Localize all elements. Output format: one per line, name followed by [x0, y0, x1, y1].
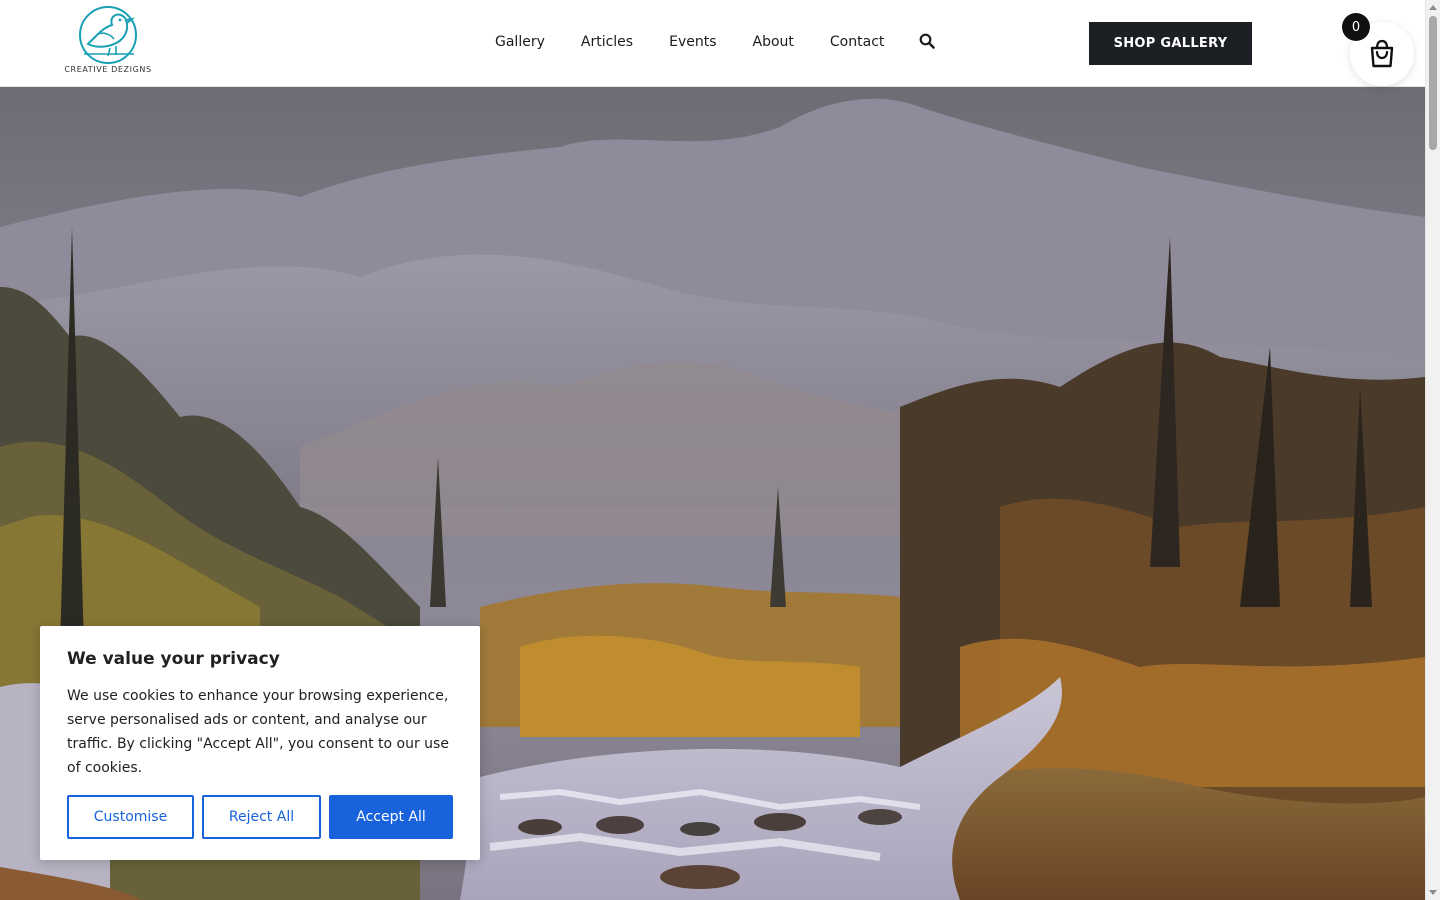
logo-text: CREATIVE DEZIGNS — [64, 65, 152, 74]
scrollbar-thumb[interactable] — [1429, 16, 1437, 150]
nav-gallery[interactable]: Gallery — [495, 30, 545, 54]
shopping-bag-icon — [1370, 39, 1394, 68]
reject-all-button[interactable]: Reject All — [202, 795, 321, 839]
cookie-consent-banner: We value your privacy We use cookies to … — [40, 626, 480, 860]
cookie-description: We use cookies to enhance your browsing … — [67, 688, 449, 776]
shop-gallery-button[interactable]: SHOP GALLERY — [1089, 22, 1252, 65]
cookie-actions: Customise Reject All Accept All — [67, 795, 453, 839]
nav-contact[interactable]: Contact — [830, 30, 884, 54]
nav-events[interactable]: Events — [669, 30, 716, 54]
customise-button[interactable]: Customise — [67, 795, 194, 839]
bird-icon — [79, 6, 137, 64]
main-nav: Gallery Articles Events About Contact — [495, 30, 937, 54]
accept-all-button[interactable]: Accept All — [329, 795, 453, 839]
nav-articles[interactable]: Articles — [581, 30, 633, 54]
vertical-scrollbar[interactable] — [1425, 0, 1440, 900]
site-logo[interactable]: CREATIVE DEZIGNS — [62, 4, 154, 76]
search-icon[interactable] — [919, 33, 937, 51]
cart-count-badge: 0 — [1342, 13, 1370, 41]
scroll-down-arrow-icon[interactable] — [1429, 890, 1437, 895]
nav-about[interactable]: About — [753, 30, 794, 54]
cookie-title: We value your privacy — [67, 649, 280, 669]
scroll-up-arrow-icon[interactable] — [1429, 5, 1437, 10]
site-header: CREATIVE DEZIGNS Gallery Articles Events… — [0, 0, 1425, 87]
